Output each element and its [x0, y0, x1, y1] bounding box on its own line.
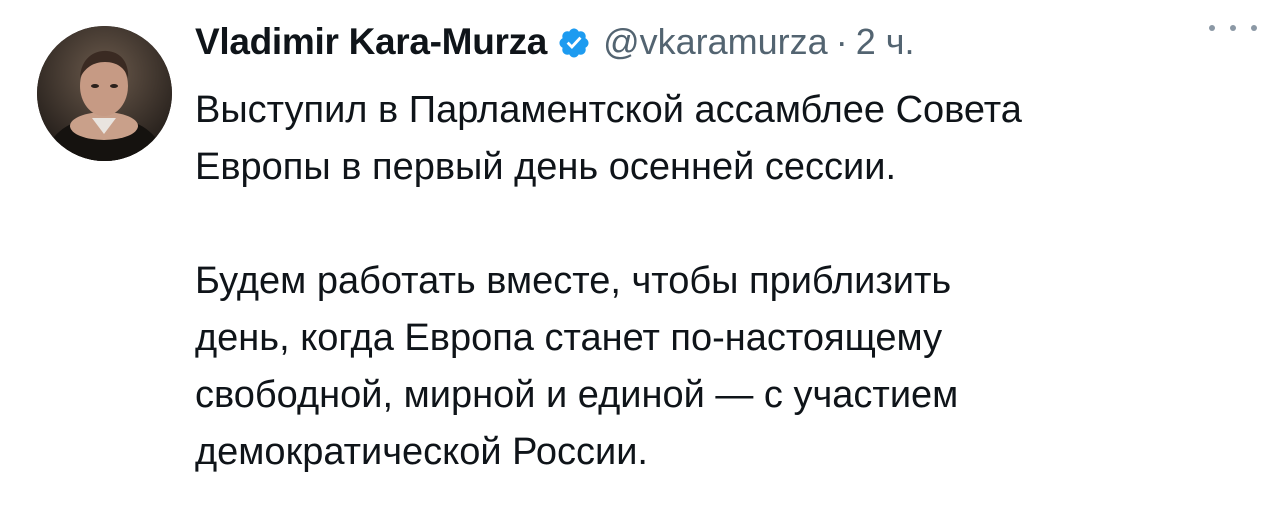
tweet-content: Vladimir Kara-Murza @vkaramurza · 2 ч. В… [195, 14, 1265, 481]
text-line: Европы в первый день осенней сессии. [195, 146, 897, 188]
more-dot [1230, 25, 1236, 31]
tweet-timestamp[interactable]: 2 ч. [856, 21, 915, 63]
verified-badge-icon [557, 26, 591, 60]
more-dot [1251, 25, 1257, 31]
tweet[interactable]: Vladimir Kara-Murza @vkaramurza · 2 ч. В… [0, 0, 1279, 522]
text-line: Будем работать вместе, чтобы приблизить [195, 260, 952, 302]
more-dot [1209, 25, 1215, 31]
separator-dot: · [835, 21, 848, 62]
tweet-text: Выступил в Парламентской ассамблее Совет… [195, 82, 1255, 481]
more-options-icon[interactable] [1209, 16, 1257, 40]
author-handle[interactable]: @vkaramurza [603, 21, 828, 63]
avatar-photo [37, 26, 172, 161]
avatar[interactable] [37, 26, 172, 161]
text-line: свободной, мирной и единой — с участием [195, 374, 959, 416]
tweet-paragraph: Выступил в Парламентской ассамблее Совет… [195, 82, 1255, 196]
text-line: день, когда Европа станет по-настоящему [195, 317, 943, 359]
tweet-header: Vladimir Kara-Murza @vkaramurza · 2 ч. [195, 14, 1265, 70]
tweet-paragraph: Будем работать вместе, чтобы приблизить … [195, 253, 1255, 481]
text-line: демократической России. [195, 431, 648, 473]
text-line: Выступил в Парламентской ассамблее Совет… [195, 89, 1022, 131]
author-name[interactable]: Vladimir Kara-Murza [195, 21, 547, 63]
